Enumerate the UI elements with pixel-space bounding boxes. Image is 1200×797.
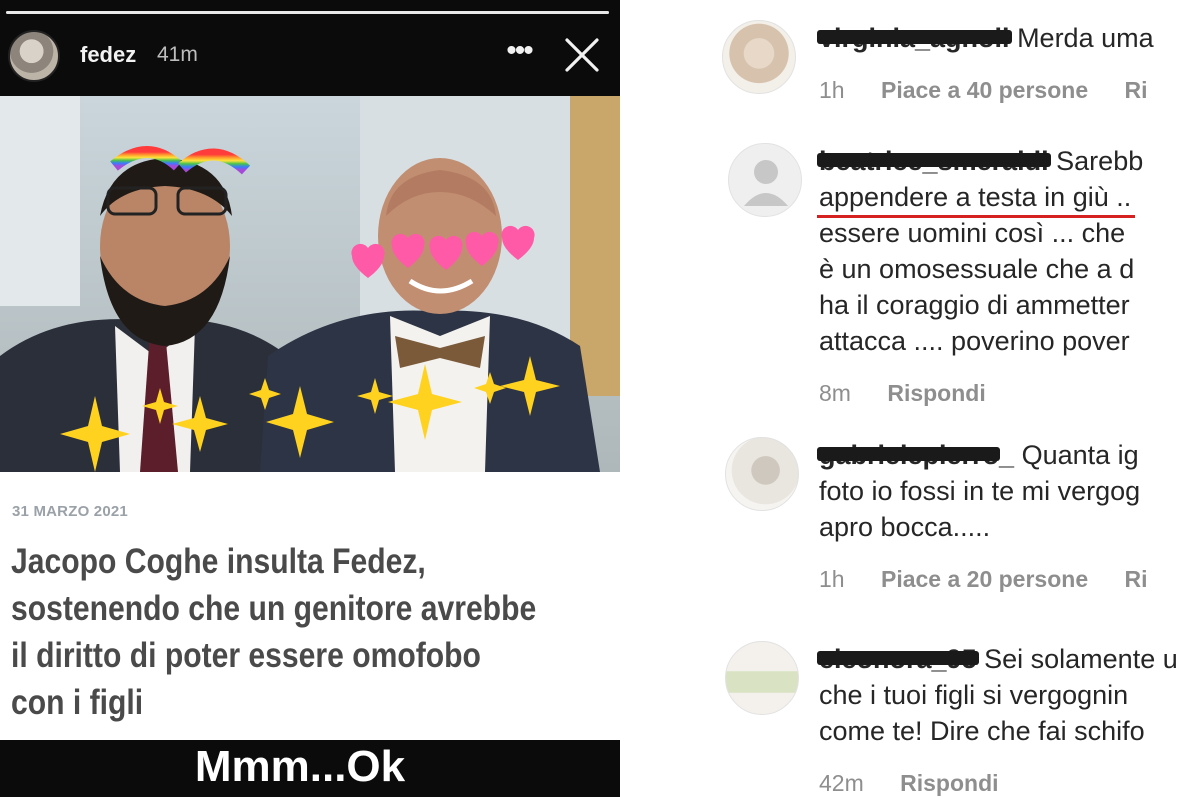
story-caption-text: Mmm...Ok (194, 742, 406, 791)
comment-meta: 8m Rispondi (819, 380, 1016, 407)
headline-line: Jacopo Coghe insulta Fedez, (11, 542, 426, 581)
panel-divider (620, 0, 710, 797)
news-article-card[interactable]: 31 MARZO 2021 Jacopo Coghe insulta Fedez… (0, 472, 620, 740)
comment-meta: 1h Piace a 40 persone Ri (819, 77, 1178, 104)
instagram-story: fedez 41m ••• 31 MARZO 2021 Jacopo Coghe… (0, 0, 620, 797)
comment-avatar[interactable] (725, 641, 799, 715)
reply-button[interactable]: Ri (1125, 77, 1148, 103)
comment-text: virginia_agnoli Merda uma (817, 20, 1200, 56)
reply-button[interactable]: Ri (1125, 566, 1148, 592)
comment-avatar[interactable] (722, 20, 796, 94)
person-silhouette-icon (744, 160, 788, 206)
highlighted-phrase: appendere a testa in giù .. (816, 179, 1136, 218)
comment-likes-link[interactable]: Piace a 40 persone (881, 77, 1088, 103)
reply-button[interactable]: Rispondi (887, 380, 985, 406)
comment-time: 1h (819, 566, 845, 592)
headline-line: con i figli (11, 683, 144, 722)
article-date: 31 MARZO 2021 (12, 503, 128, 520)
story-progress-bar (6, 11, 609, 14)
comment-username-redacted[interactable]: virginia_agnoli (817, 20, 1012, 56)
story-timestamp: 41m (157, 43, 198, 66)
comment-text: eleonora_95 Sei solamente u che i tuoi f… (817, 641, 1200, 749)
comment-time: 1h (819, 77, 845, 103)
story-avatar[interactable] (8, 30, 60, 82)
comments-panel: virginia_agnoli Merda uma 1h Piace a 40 … (710, 0, 1200, 797)
close-icon[interactable] (564, 37, 600, 73)
comment-avatar[interactable] (725, 437, 799, 511)
story-progress-fill (6, 11, 609, 14)
headline-line: il diritto di poter essere omofobo (11, 636, 481, 675)
story-username[interactable]: fedez (80, 42, 136, 68)
comment-meta: 42m Rispondi (819, 770, 1029, 797)
comment-meta: 1h Piace a 20 persone Ri (819, 566, 1178, 593)
more-options-icon[interactable]: ••• (500, 34, 538, 74)
comment-text: beatrice_smeraldi Sarebb appendere a tes… (816, 143, 1200, 359)
comment-time: 42m (819, 770, 864, 796)
reply-button[interactable]: Rispondi (900, 770, 998, 796)
article-headline: Jacopo Coghe insulta Fedez, sostenendo c… (11, 538, 613, 726)
headline-line: sostenendo che un genitore avrebbe (11, 589, 537, 628)
comment-username-redacted[interactable]: beatrice_smeraldi (817, 143, 1051, 179)
comment-username-redacted[interactable]: gabrielepierro_ (817, 437, 1014, 473)
news-article-photo (0, 96, 620, 472)
default-avatar-icon[interactable] (728, 143, 802, 217)
comment-time: 8m (819, 380, 851, 406)
comment-username-redacted[interactable]: eleonora_95 (817, 641, 979, 677)
comment-likes-link[interactable]: Piace a 20 persone (881, 566, 1088, 592)
comment-text: gabrielepierro_ Quanta ig foto io fossi … (817, 437, 1200, 545)
